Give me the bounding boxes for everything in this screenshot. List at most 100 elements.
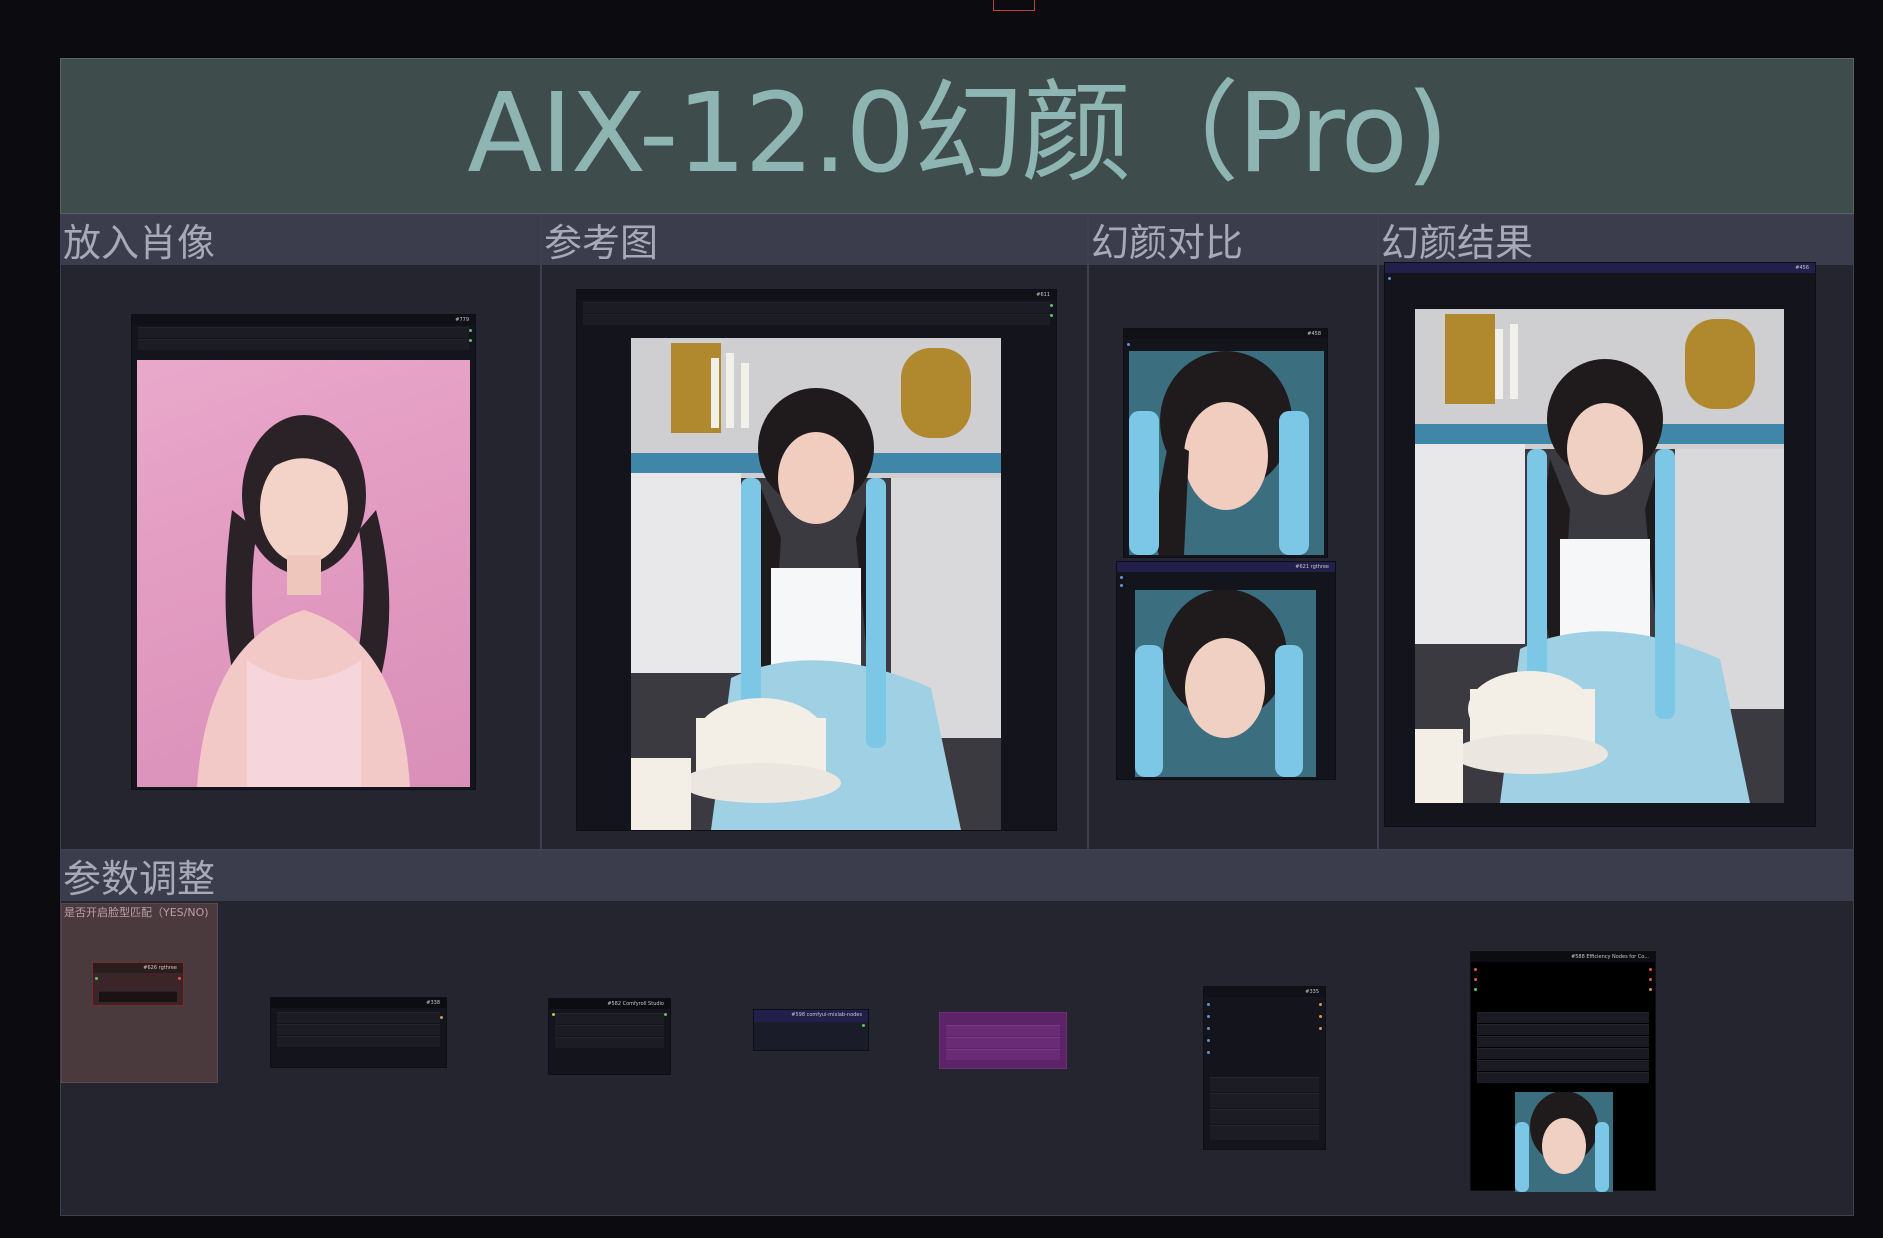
group-portrait[interactable]: 放入肖像 #779 bbox=[60, 214, 541, 850]
input-port[interactable] bbox=[1120, 584, 1123, 587]
node-widget-row[interactable] bbox=[1477, 1012, 1649, 1023]
output-port[interactable] bbox=[469, 339, 472, 342]
group-header[interactable]: 放入肖像 bbox=[61, 215, 540, 265]
title-banner: AIX-12.0幻颜（Pro) bbox=[60, 58, 1854, 214]
output-port[interactable] bbox=[440, 1016, 443, 1019]
group-header[interactable]: 幻颜结果 bbox=[1379, 215, 1853, 265]
input-port[interactable] bbox=[1207, 1015, 1210, 1018]
face-match-subgroup[interactable]: 是否开启脸型匹配（YES/NO) #626 rgthree bbox=[61, 903, 218, 1083]
input-port[interactable] bbox=[1120, 576, 1123, 579]
node-widget-row[interactable] bbox=[555, 1025, 664, 1036]
output-port[interactable] bbox=[1319, 1027, 1322, 1030]
output-port[interactable] bbox=[1050, 304, 1053, 307]
node-widget-row[interactable] bbox=[1210, 1077, 1319, 1092]
compare-slider-node[interactable]: #621 rgthree bbox=[1116, 561, 1336, 780]
app-title: AIX-12.0幻颜（Pro) bbox=[467, 69, 1449, 197]
group-header[interactable]: 幻颜对比 bbox=[1089, 215, 1377, 265]
node-id: #582 Comfyroll Studio bbox=[607, 1001, 664, 1007]
group-params[interactable]: 参数调整 是否开启脸型匹配（YES/NO) #626 rgthree #338 … bbox=[60, 850, 1854, 1216]
node-titlebar[interactable]: #626 rgthree bbox=[93, 963, 183, 973]
group-header[interactable]: 参考图 bbox=[542, 215, 1087, 265]
node-id: #456 bbox=[1795, 265, 1809, 271]
node-widget-row[interactable] bbox=[138, 339, 469, 350]
group-compare[interactable]: 幻颜对比 #458 #621 rgthree bbox=[1088, 214, 1378, 850]
switch-toggle[interactable] bbox=[99, 991, 177, 1002]
output-port[interactable] bbox=[664, 1013, 667, 1016]
param-node-comfyroll[interactable]: #582 Comfyroll Studio bbox=[548, 998, 671, 1075]
input-port[interactable] bbox=[1388, 277, 1391, 280]
node-titlebar[interactable]: #588 Efficiency Nodes for Co... bbox=[1471, 952, 1655, 962]
param-node-loader[interactable]: #335 bbox=[1203, 986, 1326, 1150]
param-node-mixlab[interactable]: #598 comfyui-mixlab-nodes bbox=[753, 1009, 869, 1051]
param-node-efficiency[interactable]: #588 Efficiency Nodes for Co... bbox=[1470, 951, 1656, 1192]
node-id: #611 bbox=[1036, 292, 1050, 298]
node-widget-row[interactable] bbox=[946, 1037, 1060, 1048]
face-match-label: 是否开启脸型匹配（YES/NO) bbox=[64, 906, 209, 919]
node-widget-row[interactable] bbox=[555, 1013, 664, 1024]
input-port[interactable] bbox=[552, 1013, 555, 1016]
input-port[interactable] bbox=[1127, 343, 1130, 346]
save-image-node[interactable]: #456 bbox=[1384, 262, 1816, 827]
node-widget-row[interactable] bbox=[138, 327, 469, 338]
output-port[interactable] bbox=[1319, 1003, 1322, 1006]
node-widget-row[interactable] bbox=[277, 1024, 440, 1035]
node-widget-row[interactable] bbox=[946, 1025, 1060, 1036]
face-match-switch-node[interactable]: #626 rgthree bbox=[92, 962, 184, 1006]
node-titlebar[interactable]: #335 bbox=[1204, 987, 1325, 997]
output-port[interactable] bbox=[95, 977, 98, 980]
group-result[interactable]: 幻颜结果 #456 bbox=[1378, 214, 1854, 850]
group-title: 放入肖像 bbox=[63, 221, 216, 265]
output-port[interactable] bbox=[1649, 978, 1652, 981]
compare-before-image bbox=[1129, 351, 1324, 555]
node-titlebar[interactable]: #598 comfyui-mixlab-nodes bbox=[754, 1010, 868, 1022]
load-reference-node[interactable]: #611 bbox=[576, 289, 1057, 831]
input-port[interactable] bbox=[1474, 978, 1477, 981]
input-port[interactable] bbox=[1207, 1039, 1210, 1042]
group-header[interactable]: 参数调整 bbox=[61, 851, 1853, 901]
node-titlebar[interactable]: #621 rgthree bbox=[1117, 562, 1335, 572]
group-title: 参考图 bbox=[544, 221, 659, 265]
node-titlebar[interactable]: #338 bbox=[271, 998, 446, 1008]
output-port[interactable] bbox=[1649, 968, 1652, 971]
node-widget-row[interactable] bbox=[1477, 1072, 1649, 1083]
node-titlebar[interactable]: #456 bbox=[1385, 263, 1815, 273]
node-titlebar[interactable]: #611 bbox=[577, 290, 1056, 300]
node-titlebar[interactable]: #582 Comfyroll Studio bbox=[549, 999, 670, 1009]
node-id: #621 rgthree bbox=[1295, 564, 1329, 570]
node-id: #626 rgthree bbox=[143, 965, 177, 971]
node-id: #335 bbox=[1305, 989, 1319, 995]
node-widget-row[interactable] bbox=[1477, 1024, 1649, 1035]
canvas-marker bbox=[993, 0, 1035, 11]
reference-image bbox=[631, 338, 1001, 830]
node-widget-row[interactable] bbox=[1477, 1060, 1649, 1071]
compare-image-node[interactable]: #458 bbox=[1123, 328, 1328, 558]
node-widget-row[interactable] bbox=[1477, 1048, 1649, 1059]
load-image-node[interactable]: #779 bbox=[131, 314, 476, 790]
output-port[interactable] bbox=[469, 329, 472, 332]
param-node-purple[interactable] bbox=[939, 1012, 1067, 1069]
input-port[interactable] bbox=[1474, 988, 1477, 991]
node-widget-row[interactable] bbox=[277, 1012, 440, 1023]
param-node-a[interactable]: #338 bbox=[270, 997, 447, 1068]
node-widget-row[interactable] bbox=[1210, 1093, 1319, 1108]
node-widget-row[interactable] bbox=[555, 1037, 664, 1048]
node-widget-row[interactable] bbox=[1477, 1036, 1649, 1047]
node-widget-row[interactable] bbox=[277, 1036, 440, 1047]
input-port[interactable] bbox=[1207, 1003, 1210, 1006]
node-widget-row[interactable] bbox=[583, 302, 1050, 313]
input-port[interactable] bbox=[1207, 1027, 1210, 1030]
output-port[interactable] bbox=[1649, 988, 1652, 991]
group-reference[interactable]: 参考图 #611 bbox=[541, 214, 1088, 850]
node-titlebar[interactable]: #458 bbox=[1124, 329, 1327, 339]
node-widget-row[interactable] bbox=[946, 1049, 1060, 1060]
output-port[interactable] bbox=[178, 977, 181, 980]
input-port[interactable] bbox=[1474, 968, 1477, 971]
node-widget-row[interactable] bbox=[1210, 1109, 1319, 1124]
output-port[interactable] bbox=[862, 1024, 865, 1027]
node-titlebar[interactable]: #779 bbox=[132, 315, 475, 325]
input-port[interactable] bbox=[1207, 1051, 1210, 1054]
node-widget-row[interactable] bbox=[583, 314, 1050, 325]
output-port[interactable] bbox=[1319, 1015, 1322, 1018]
node-widget-row[interactable] bbox=[1210, 1125, 1319, 1140]
output-port[interactable] bbox=[1050, 314, 1053, 317]
